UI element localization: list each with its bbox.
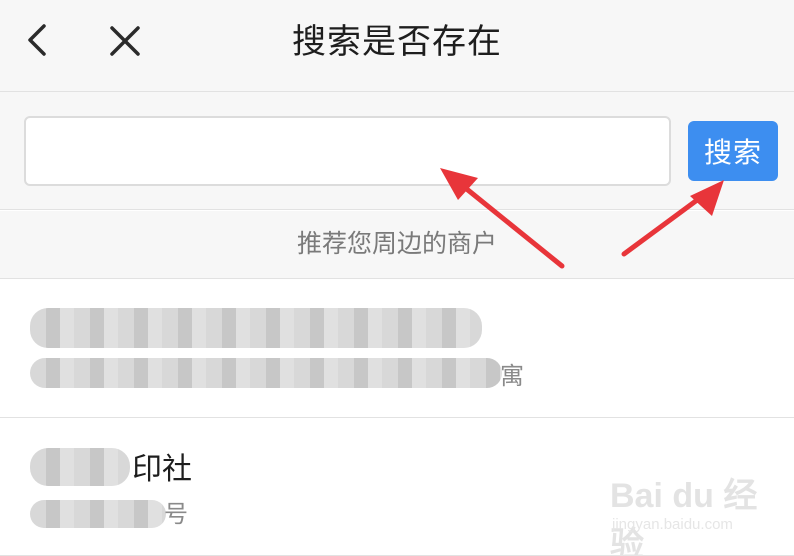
redacted-name xyxy=(30,308,482,348)
merchant-address: 寓 xyxy=(500,362,524,390)
search-input[interactable] xyxy=(24,116,671,186)
page-title: 搜索是否存在 xyxy=(292,22,502,62)
watermark-logo-text: Bai du 经验 xyxy=(610,477,758,556)
section-header-nearby: 推荐您周边的商户 xyxy=(0,211,794,279)
merchant-item[interactable]: 寓 xyxy=(0,280,794,418)
merchant-name: 印社 xyxy=(132,452,192,487)
baidu-watermark: Bai du 经验 jingyan.baidu.com xyxy=(610,468,760,556)
merchant-address: 号 xyxy=(164,500,188,528)
nav-bar: 搜索是否存在 xyxy=(0,0,794,92)
search-bar: 搜索 xyxy=(0,92,794,210)
redacted-name xyxy=(30,448,130,486)
search-button[interactable]: 搜索 xyxy=(688,121,778,181)
redacted-address xyxy=(30,358,502,388)
watermark-url: jingyan.baidu.com xyxy=(612,516,733,533)
redacted-address xyxy=(30,500,166,528)
